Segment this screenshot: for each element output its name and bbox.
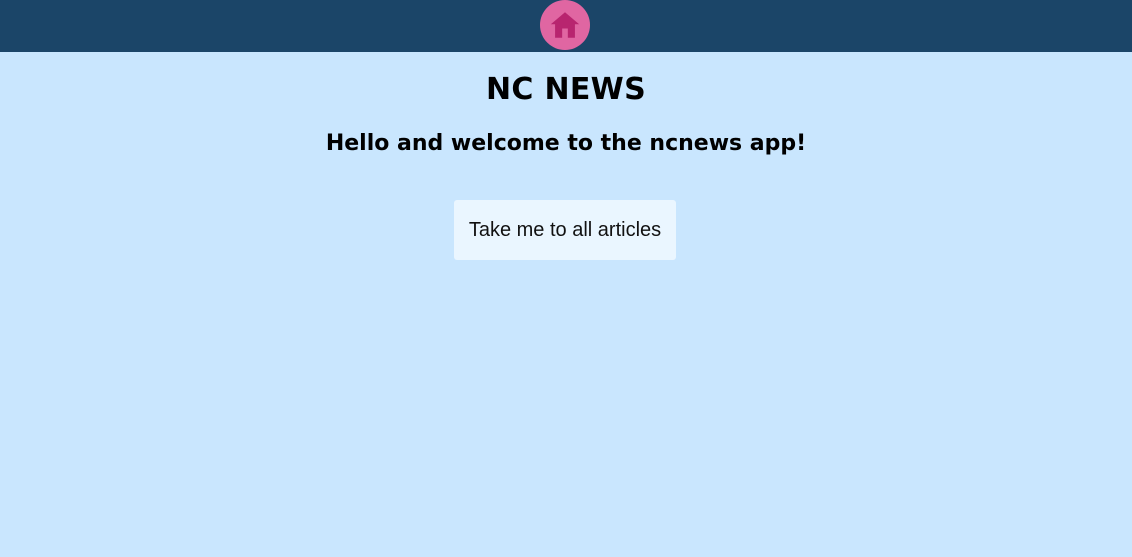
home-button[interactable] (540, 0, 590, 50)
page-title: NC NEWS (486, 72, 646, 107)
welcome-message: Hello and welcome to the ncnews app! (325, 131, 807, 156)
home-icon (550, 12, 580, 38)
all-articles-button[interactable]: Take me to all articles (454, 200, 676, 260)
top-nav-bar (0, 0, 1132, 52)
